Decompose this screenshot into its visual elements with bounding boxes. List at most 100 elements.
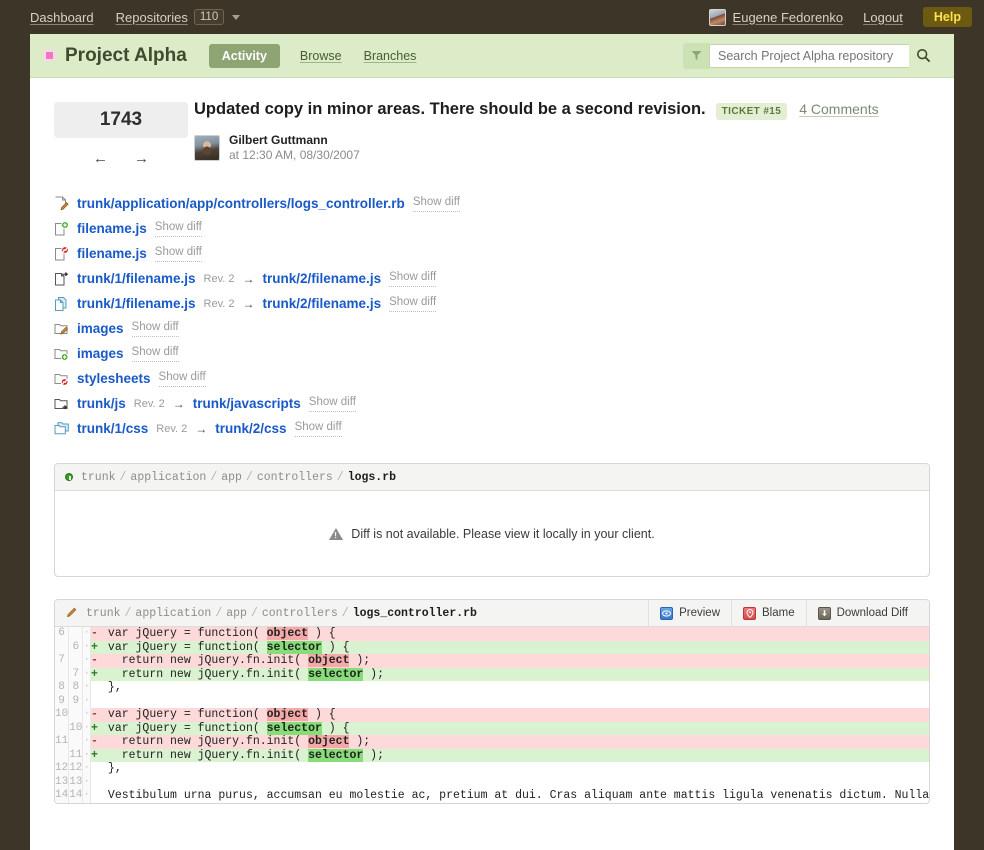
breadcrumb: trunk / application / app / controllers / lo… bbox=[65, 607, 477, 620]
diff-new-line-number bbox=[68, 627, 84, 641]
avatar bbox=[708, 8, 726, 26]
file-path-link[interactable]: trunk/1/filename.js bbox=[77, 296, 196, 311]
list-item: filename.js Show diff bbox=[54, 241, 930, 266]
file-target-path-link[interactable]: trunk/2/filename.js bbox=[263, 296, 382, 311]
file-path-link[interactable]: stylesheets bbox=[77, 371, 151, 386]
diff-line-marker[interactable]: · bbox=[82, 640, 91, 654]
show-diff-link[interactable]: Show diff bbox=[294, 420, 342, 437]
show-diff-link[interactable]: Show diff bbox=[131, 345, 179, 362]
revision-number: 1743 bbox=[54, 102, 188, 138]
comments-link[interactable]: 4 Comments bbox=[799, 101, 878, 117]
blame-button[interactable]: Blame bbox=[731, 599, 806, 627]
diff-line-marker[interactable]: · bbox=[82, 694, 91, 708]
diff-line-marker[interactable]: · bbox=[82, 775, 91, 789]
show-diff-link[interactable]: Show diff bbox=[154, 245, 202, 262]
diff-line-marker[interactable]: · bbox=[82, 721, 91, 735]
tab-activity[interactable]: Activity bbox=[208, 43, 280, 68]
tab-browse[interactable]: Browse bbox=[298, 45, 344, 67]
project-color-swatch-icon bbox=[44, 50, 55, 61]
top-nav-right: Eugene Fedorenko Logout Help bbox=[708, 7, 972, 27]
show-diff-link[interactable]: Show diff bbox=[389, 270, 437, 287]
download-diff-button[interactable]: Download Diff bbox=[805, 599, 919, 627]
chevron-down-icon[interactable] bbox=[232, 14, 241, 20]
diff-line-code: }, bbox=[101, 762, 122, 775]
file-revision-label: Rev. 2 bbox=[203, 272, 235, 285]
search-icon[interactable] bbox=[909, 48, 940, 63]
filter-icon[interactable] bbox=[683, 42, 709, 69]
file-path-link[interactable]: trunk/1/css bbox=[77, 421, 148, 436]
preview-button[interactable]: Preview bbox=[648, 599, 731, 627]
diff-line-marker[interactable]: · bbox=[82, 654, 91, 668]
show-diff-link[interactable]: Show diff bbox=[131, 320, 179, 337]
diff-line-code: - return new jQuery.fn.init( object ); bbox=[90, 654, 929, 668]
download-diff-label: Download Diff bbox=[836, 607, 908, 619]
author-name: Gilbert Guttmann bbox=[229, 133, 328, 147]
top-nav-left: Dashboard Repositories 110 bbox=[30, 9, 241, 25]
breadcrumb-part[interactable]: trunk bbox=[81, 471, 116, 484]
file-path-link[interactable]: trunk/1/filename.js bbox=[77, 271, 196, 286]
file-path-link[interactable]: filename.js bbox=[77, 221, 147, 236]
help-button[interactable]: Help bbox=[922, 7, 972, 27]
previous-revision-arrow[interactable]: ← bbox=[93, 150, 108, 167]
diff-line-marker[interactable]: · bbox=[82, 667, 91, 681]
file-modified-icon bbox=[54, 196, 69, 212]
status-badge[interactable]: TICKET #15 bbox=[715, 103, 788, 120]
nav-repositories-link[interactable]: Repositories bbox=[116, 10, 188, 25]
diff-old-line-number bbox=[55, 640, 70, 654]
file-target-path-link[interactable]: trunk/2/css bbox=[215, 421, 286, 436]
diff-line-code: }, bbox=[101, 681, 122, 694]
file-path-link[interactable]: images bbox=[77, 321, 124, 336]
show-diff-link[interactable]: Show diff bbox=[389, 295, 437, 312]
diff-line-row: 8 8 · }, bbox=[55, 681, 929, 695]
file-path-link[interactable]: images bbox=[77, 346, 124, 361]
file-target-path-link[interactable]: trunk/2/filename.js bbox=[263, 271, 382, 286]
diff-line-row: 14 14 · Vestibulum urna purus, accumsan eu… bbox=[55, 789, 929, 803]
breadcrumb-part[interactable]: application bbox=[135, 607, 211, 620]
next-revision-arrow[interactable]: → bbox=[134, 150, 149, 167]
search-input[interactable] bbox=[709, 43, 909, 68]
changed-files-list: trunk/application/app/controllers/logs_c… bbox=[54, 191, 930, 441]
diff-line-row: 9 9 · bbox=[55, 694, 929, 708]
breadcrumb-part[interactable]: trunk bbox=[86, 607, 121, 620]
logout-link[interactable]: Logout bbox=[863, 10, 903, 25]
breadcrumb-filename: logs_controller.rb bbox=[352, 606, 477, 620]
file-target-path-link[interactable]: trunk/javascripts bbox=[193, 396, 301, 411]
diff-line-marker[interactable]: · bbox=[82, 681, 91, 695]
diff-line-marker[interactable]: · bbox=[82, 735, 91, 749]
breadcrumb-part[interactable]: app bbox=[226, 607, 247, 620]
nav-dashboard-link[interactable]: Dashboard bbox=[30, 10, 94, 25]
breadcrumb: trunk / application / app / controllers / lo… bbox=[65, 471, 396, 484]
diff-line-code: - var jQuery = function( object ) { bbox=[90, 627, 929, 641]
diff-line-code: + var jQuery = function( selector ) { bbox=[90, 721, 929, 735]
breadcrumb-part[interactable]: controllers bbox=[257, 471, 333, 484]
diff-line-row: 11 · + return new jQuery.fn.init( selector… bbox=[55, 748, 929, 762]
diff-new-line-number: 13 bbox=[68, 775, 84, 789]
file-path-link[interactable]: trunk/application/app/controllers/logs_c… bbox=[77, 196, 405, 211]
show-diff-link[interactable]: Show diff bbox=[158, 370, 206, 387]
diff-line-marker[interactable]: · bbox=[82, 708, 91, 722]
diff-old-line-number: 9 bbox=[55, 694, 70, 708]
diff-line-row: 10 · - var jQuery = function( object ) { bbox=[55, 708, 929, 722]
diff-line-code: - return new jQuery.fn.init( object ); bbox=[90, 735, 929, 749]
show-diff-link[interactable]: Show diff bbox=[154, 220, 202, 237]
user-name-link[interactable]: Eugene Fedorenko bbox=[733, 10, 844, 25]
breadcrumb-part[interactable]: application bbox=[130, 471, 206, 484]
diff-line-marker[interactable]: · bbox=[82, 762, 91, 776]
list-item: stylesheets Show diff bbox=[54, 366, 930, 391]
tab-branches[interactable]: Branches bbox=[362, 45, 419, 67]
file-path-link[interactable]: trunk/js bbox=[77, 396, 126, 411]
diff-line-code: + return new jQuery.fn.init( selector ); bbox=[90, 748, 929, 762]
show-diff-link[interactable]: Show diff bbox=[412, 195, 460, 212]
project-header-bar: Project Alpha Activity Browse Branches bbox=[30, 34, 954, 78]
breadcrumb-part[interactable]: controllers bbox=[262, 607, 338, 620]
user-menu[interactable]: Eugene Fedorenko bbox=[708, 8, 844, 26]
diff-line-marker[interactable]: · bbox=[82, 789, 91, 803]
breadcrumb-part[interactable]: app bbox=[221, 471, 242, 484]
page-frame: Project Alpha Activity Browse Branches 1… bbox=[30, 34, 954, 850]
breadcrumb-filename: logs.rb bbox=[347, 470, 397, 484]
file-path-link[interactable]: filename.js bbox=[77, 246, 147, 261]
diff-line-row: 7 · + return new jQuery.fn.init( selector … bbox=[55, 667, 929, 681]
diff-line-marker[interactable]: · bbox=[82, 627, 91, 641]
show-diff-link[interactable]: Show diff bbox=[308, 395, 356, 412]
diff-line-marker[interactable]: · bbox=[82, 748, 91, 762]
